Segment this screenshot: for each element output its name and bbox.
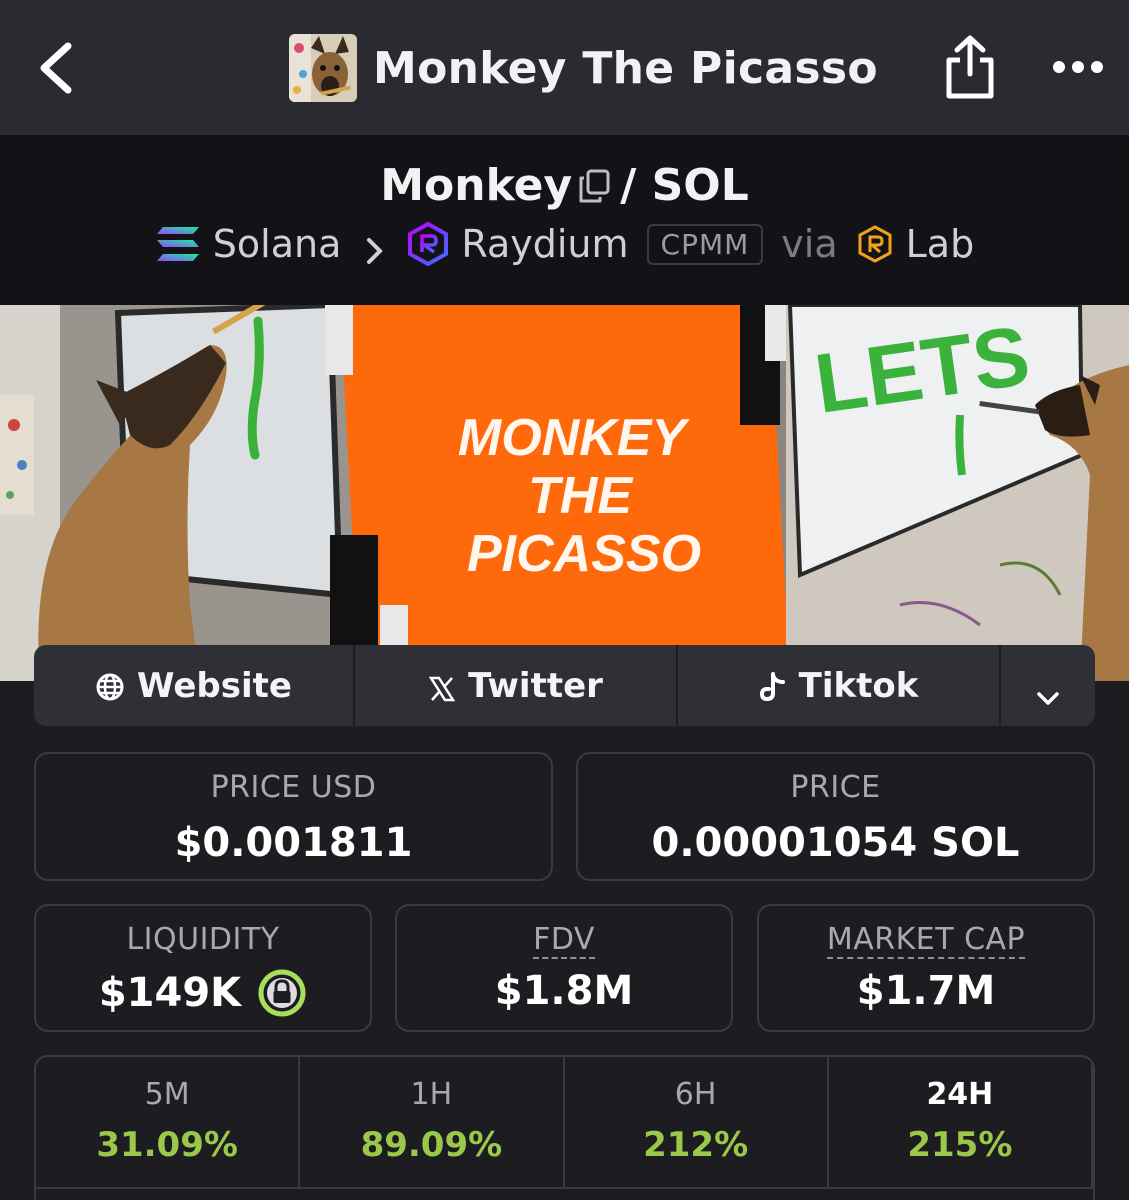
page-title: Monkey The Picasso <box>373 42 878 94</box>
price-native-card: PRICE 0.00001054 SOL <box>576 752 1095 881</box>
chevron-right-icon <box>365 230 385 264</box>
tab-5m-value: 31.09% <box>96 1125 238 1165</box>
website-label: Website <box>137 665 292 706</box>
via-label: via <box>781 222 838 266</box>
share-icon[interactable] <box>944 34 996 100</box>
pair-heading: Monkey / SOL <box>0 160 1129 211</box>
social-links-bar: Website Twitter Tiktok <box>34 645 1095 726</box>
tiktok-link[interactable]: Tiktok <box>678 645 1001 726</box>
price-usd-card: PRICE USD $0.001811 <box>34 752 553 881</box>
pair-separator: / <box>620 160 637 211</box>
tab-24h-label: 24H <box>926 1077 994 1112</box>
tab-5m-label: 5M <box>144 1077 190 1112</box>
chain-breadcrumb: Solana Raydium CPMM via Lab <box>0 221 1129 267</box>
fdv-label[interactable]: FDV <box>533 922 595 959</box>
market-cap-label[interactable]: MARKET CAP <box>826 922 1026 959</box>
tab-6h-label: 6H <box>674 1077 717 1112</box>
launchpad-name[interactable]: Lab <box>906 222 975 266</box>
chevron-down-icon <box>1035 677 1061 705</box>
fdv-value: $1.8M <box>494 968 634 1014</box>
token-banner-image: MONKEY THE PICASSO LETS <box>0 305 1129 681</box>
tab-1h[interactable]: 1H 89.09% <box>300 1057 565 1189</box>
price-native-label: PRICE <box>790 770 881 805</box>
more-links-dropdown[interactable] <box>1001 645 1095 726</box>
fdv-label-wrap: FDV <box>397 922 731 959</box>
lab-icon <box>858 225 892 263</box>
raydium-icon <box>407 221 449 267</box>
twitter-label: Twitter <box>468 665 603 706</box>
market-cap-card: MARKET CAP $1.7M <box>757 904 1095 1032</box>
base-token-symbol: Monkey <box>380 160 573 211</box>
chevron-left-icon[interactable] <box>36 40 76 96</box>
tab-6h[interactable]: 6H 212% <box>565 1057 829 1189</box>
tiktok-label: Tiktok <box>798 665 919 706</box>
tab-24h-value: 215% <box>907 1125 1013 1165</box>
x-logo-icon <box>428 672 456 701</box>
liquidity-value-row: $149K <box>36 968 370 1018</box>
tab-24h[interactable]: 24H 215% <box>829 1057 1093 1189</box>
tab-1h-label: 1H <box>410 1077 453 1112</box>
pool-type-badge: CPMM <box>646 223 764 265</box>
banner-text-line3: PICASSO <box>467 525 701 583</box>
solana-icon <box>155 225 201 263</box>
fdv-card: FDV $1.8M <box>395 904 733 1032</box>
banner-text-line2: THE <box>528 467 633 525</box>
lock-icon[interactable] <box>257 968 307 1018</box>
price-change-tabs: 5M 31.09% 1H 89.09% 6H 212% 24H 215% <box>34 1055 1095 1200</box>
tabs-divider <box>36 1187 1093 1189</box>
quote-token-symbol: SOL <box>651 160 749 211</box>
token-title-group: Monkey The Picasso <box>289 34 878 102</box>
top-bar: Monkey The Picasso <box>0 0 1129 135</box>
token-avatar <box>289 34 357 102</box>
market-cap-value: $1.7M <box>856 968 996 1014</box>
liquidity-label: LIQUIDITY <box>126 922 280 957</box>
more-dots-icon[interactable] <box>1052 56 1104 78</box>
banner-text-line1: MONKEY <box>458 409 691 467</box>
globe-icon <box>95 671 125 701</box>
tiktok-icon <box>759 671 787 701</box>
price-native-value: 0.00001054 SOL <box>651 820 1020 866</box>
chain-name[interactable]: Solana <box>213 222 342 266</box>
twitter-link[interactable]: Twitter <box>355 645 678 726</box>
website-link[interactable]: Website <box>34 645 355 726</box>
liquidity-card: LIQUIDITY $149K <box>34 904 372 1032</box>
tab-5m[interactable]: 5M 31.09% <box>36 1057 301 1189</box>
tab-6h-value: 212% <box>643 1125 749 1165</box>
copy-icon[interactable] <box>578 163 610 203</box>
market-cap-label-wrap: MARKET CAP <box>759 922 1093 959</box>
liquidity-value: $149K <box>98 970 242 1016</box>
price-usd-label: PRICE USD <box>210 770 377 805</box>
tab-1h-value: 89.09% <box>360 1125 503 1165</box>
dex-name[interactable]: Raydium <box>461 222 628 266</box>
price-usd-value: $0.001811 <box>174 820 413 866</box>
